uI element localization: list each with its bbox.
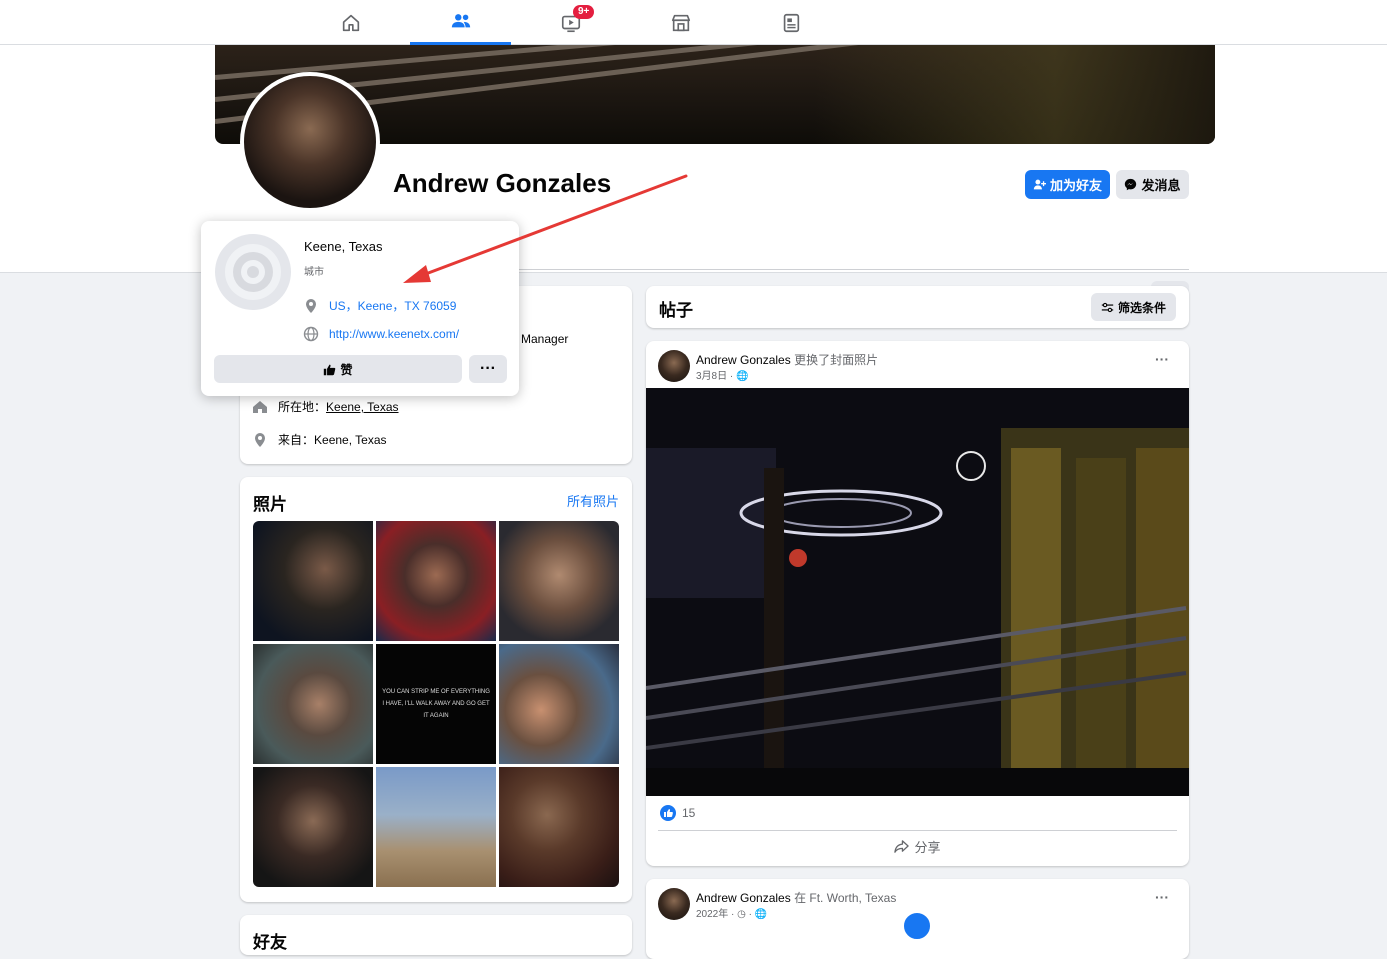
notification-badge: 9+ bbox=[573, 5, 595, 19]
post-author-name[interactable]: Andrew Gonzales bbox=[696, 891, 791, 905]
photo-thumbnail[interactable] bbox=[376, 767, 496, 887]
filter-label: 筛选条件 bbox=[1117, 300, 1166, 315]
photo-thumbnail[interactable]: YOU CAN STRIP ME OF EVERYTHING I HAVE, I… bbox=[376, 644, 496, 764]
photo-thumbnail[interactable] bbox=[376, 521, 496, 641]
clock-icon: ◷ bbox=[737, 909, 746, 920]
friends-icon bbox=[451, 14, 470, 28]
intro-lives-in: 所在地：Keene, Texas bbox=[252, 398, 399, 415]
add-friend-button[interactable]: 加为好友 bbox=[1025, 170, 1110, 199]
place-website-link[interactable]: http://www.keenetx.com/ bbox=[329, 327, 459, 341]
post-header-text: Andrew Gonzales 在 Ft. Worth, Texas bbox=[696, 889, 896, 906]
photo-thumbnail[interactable] bbox=[253, 767, 373, 887]
lives-in-link[interactable]: Keene, Texas bbox=[326, 400, 399, 414]
photos-card: 照片 所有照片 YOU CAN STRIP ME OF EVERYTHING I… bbox=[240, 477, 632, 902]
filter-icon bbox=[1101, 302, 1114, 312]
filter-button[interactable]: 筛选条件 bbox=[1090, 293, 1176, 321]
from-value: Keene, Texas bbox=[314, 433, 387, 447]
top-navigation-bar: 9+ bbox=[0, 0, 1387, 45]
place-website-row: http://www.keenetx.com/ bbox=[303, 326, 459, 342]
location-hover-card: Keene, Texas 城市 US，Keene，TX 76059 http:/… bbox=[201, 221, 519, 396]
globe-icon: 🌐 bbox=[736, 371, 749, 382]
nav-tab-watch[interactable]: 9+ bbox=[520, 0, 621, 45]
post-options-button[interactable]: ··· bbox=[1155, 889, 1169, 905]
add-friend-label: 加为好友 bbox=[1049, 178, 1102, 193]
briefcase-icon bbox=[901, 910, 933, 942]
place-address-row: US，Keene，TX 76059 bbox=[303, 297, 456, 314]
post-author-name[interactable]: Andrew Gonzales bbox=[696, 353, 791, 367]
location-pin-icon bbox=[306, 298, 316, 313]
share-icon bbox=[894, 840, 910, 853]
from-label: 来自： bbox=[278, 433, 315, 447]
news-icon bbox=[783, 13, 799, 32]
post-action: 在 Ft. Worth, Texas bbox=[794, 891, 897, 905]
all-photos-link[interactable]: 所有照片 bbox=[567, 491, 619, 510]
like-reaction-icon bbox=[660, 805, 676, 821]
post-card: Andrew Gonzales 在 Ft. Worth, Texas 2022年… bbox=[646, 879, 1189, 959]
add-friend-icon bbox=[1033, 179, 1046, 190]
message-button[interactable]: 发消息 bbox=[1116, 170, 1189, 199]
photo-thumbnail[interactable] bbox=[253, 644, 373, 764]
home-icon bbox=[342, 14, 359, 31]
like-page-button[interactable]: 赞 bbox=[214, 355, 462, 383]
globe-icon bbox=[303, 326, 319, 342]
post-image-drawing bbox=[646, 388, 1189, 796]
place-name[interactable]: Keene, Texas bbox=[304, 239, 383, 254]
post-author-avatar[interactable] bbox=[658, 888, 690, 920]
share-label: 分享 bbox=[914, 840, 941, 855]
quote-text: YOU CAN STRIP ME OF EVERYTHING I HAVE, I… bbox=[382, 689, 490, 719]
target-icon bbox=[225, 244, 281, 300]
photo-thumbnail[interactable] bbox=[253, 521, 373, 641]
thumbs-up-icon bbox=[324, 364, 336, 375]
photo-thumbnail[interactable] bbox=[499, 521, 619, 641]
share-button[interactable]: 分享 bbox=[646, 837, 1189, 856]
friends-title: 好友 bbox=[253, 933, 287, 952]
post-options-button[interactable]: ··· bbox=[1155, 351, 1169, 367]
nav-tab-friends[interactable] bbox=[410, 0, 511, 45]
messenger-icon bbox=[1125, 178, 1137, 191]
profile-name: Andrew Gonzales bbox=[393, 168, 612, 198]
nav-tab-news[interactable] bbox=[740, 0, 841, 45]
marketplace-icon bbox=[671, 14, 690, 31]
post-meta: 3月8日 · 🌐 bbox=[696, 367, 748, 382]
photo-thumbnail[interactable] bbox=[499, 767, 619, 887]
post-header-text: Andrew Gonzales 更换了封面照片 bbox=[696, 351, 878, 368]
like-label: 赞 bbox=[340, 362, 353, 377]
post-image[interactable] bbox=[646, 388, 1189, 796]
intro-from: 来自：Keene, Texas bbox=[252, 431, 387, 448]
lives-in-label: 所在地： bbox=[278, 400, 327, 414]
photos-title: 照片 bbox=[253, 495, 287, 514]
post-author-avatar[interactable] bbox=[658, 350, 690, 382]
home-icon bbox=[253, 400, 267, 413]
reactions-summary[interactable]: 15 bbox=[660, 805, 695, 821]
posts-header-card: 帖子 筛选条件 bbox=[646, 286, 1189, 328]
post-divider bbox=[658, 830, 1177, 831]
photo-thumbnail[interactable] bbox=[499, 644, 619, 764]
friends-card: 好友 bbox=[240, 915, 632, 955]
globe-icon: 🌐 bbox=[754, 909, 768, 920]
post-date[interactable]: 3月8日 · bbox=[696, 371, 733, 382]
place-category: 城市 bbox=[304, 267, 324, 278]
message-label: 发消息 bbox=[1141, 178, 1181, 193]
popup-more-button[interactable]: ··· bbox=[469, 355, 507, 383]
post-action: 更换了封面照片 bbox=[794, 353, 879, 367]
work-position-partial: Manager bbox=[521, 332, 569, 346]
posts-title: 帖子 bbox=[659, 301, 693, 320]
likes-count: 15 bbox=[682, 806, 696, 820]
post-card: Andrew Gonzales 更换了封面照片 3月8日 · 🌐 ··· 15 … bbox=[646, 341, 1189, 866]
place-address[interactable]: US，Keene，TX 76059 bbox=[329, 297, 456, 314]
profile-avatar[interactable] bbox=[240, 72, 380, 212]
place-avatar[interactable] bbox=[215, 234, 291, 310]
post-meta: 2022年 · ◷ · 🌐 bbox=[696, 909, 768, 920]
post-date[interactable]: 2022年 · bbox=[696, 909, 734, 920]
location-pin-icon bbox=[255, 432, 265, 447]
nav-tab-marketplace[interactable] bbox=[630, 0, 731, 45]
nav-tab-home[interactable] bbox=[300, 0, 401, 45]
